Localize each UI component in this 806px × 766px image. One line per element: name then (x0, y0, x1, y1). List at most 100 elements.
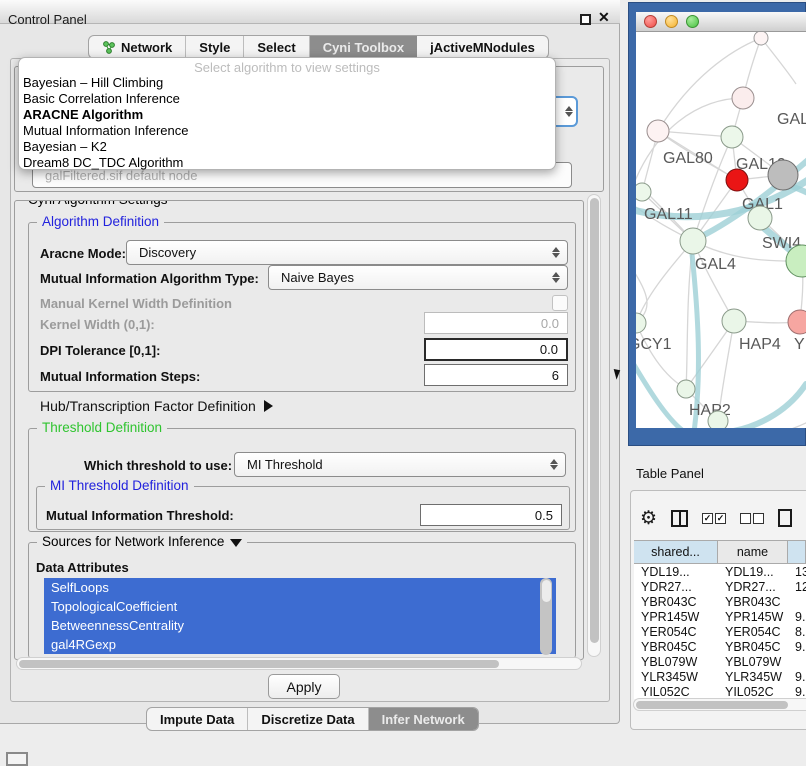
table-row[interactable]: YIL052CYIL052C9. (634, 684, 806, 699)
table-row[interactable]: YBR045CYBR045C9. (634, 639, 806, 654)
algorithm-option[interactable]: Mutual Information Inference (19, 123, 555, 139)
tab-label: Style (199, 40, 230, 55)
close-traffic-icon[interactable] (644, 15, 657, 28)
table-cell: YDR27... (634, 579, 718, 594)
new-column-icon[interactable] (778, 509, 792, 527)
network-edge[interactable] (761, 38, 796, 84)
network-edge[interactable] (636, 241, 693, 323)
table-cell: 9. (788, 639, 806, 654)
checked-pair-icon[interactable]: ✓✓ (702, 513, 726, 524)
tab-select[interactable]: Select (244, 36, 309, 58)
algorithm-option[interactable]: Basic Correlation Inference (19, 91, 555, 107)
network-edge-highlighted[interactable] (728, 384, 806, 428)
mi-type-combo[interactable]: Naive Bayes (268, 265, 568, 290)
table-row[interactable]: YDL19...YDL19...13 (634, 564, 806, 579)
network-node-gal4[interactable] (680, 228, 706, 254)
algorithm-option[interactable]: Dream8 DC_TDC Algorithm (19, 155, 555, 171)
settings-hscrollbar-thumb[interactable] (19, 660, 499, 668)
aracne-mode-combo[interactable]: Discovery (126, 240, 568, 265)
table-row[interactable]: YBR043CYBR043C (634, 594, 806, 609)
data-attributes-label: Data Attributes (36, 560, 129, 575)
attribute-list-item[interactable]: SelfLoops (44, 578, 556, 597)
gear-icon[interactable]: ⚙ (640, 507, 657, 530)
data-attributes-list[interactable]: SelfLoopsTopologicalCoefficientBetweenne… (44, 578, 556, 655)
network-node-hap2[interactable] (677, 380, 695, 398)
network-node-gal1[interactable] (726, 169, 748, 191)
table-hscrollbar-thumb[interactable] (636, 701, 788, 709)
network-window-titlebar[interactable] (636, 12, 806, 32)
settings-vscrollbar-thumb[interactable] (590, 198, 599, 643)
tab-network[interactable]: Network (89, 36, 186, 58)
aracne-mode-label: Aracne Mode: (40, 246, 126, 261)
float-window-icon[interactable] (580, 14, 591, 25)
mi-threshold-label: Mutual Information Threshold: (46, 508, 234, 523)
column-header[interactable] (788, 541, 806, 563)
table-row[interactable]: YDR27...YDR27...12 (634, 579, 806, 594)
column-header[interactable]: shared... (634, 541, 718, 563)
column-header[interactable]: name (718, 541, 788, 563)
minimized-panel-icon[interactable] (6, 752, 28, 766)
algorithm-option[interactable]: ARACNE Algorithm (19, 107, 555, 123)
table-row[interactable]: YBL079WYBL079W (634, 654, 806, 669)
table-row[interactable]: YER054CYER054C8. (634, 624, 806, 639)
mi-steps-label: Mutual Information Steps: (40, 369, 200, 384)
table-cell: YER054C (634, 624, 718, 639)
unchecked-pair-icon[interactable] (740, 513, 764, 524)
algorithm-option[interactable]: Bayesian – Hill Climbing (19, 75, 555, 91)
node-table[interactable]: shared...nameYDL19...YDL19...13YDR27...Y… (634, 540, 806, 699)
manual-kernel-label: Manual Kernel Width Definition (40, 296, 232, 311)
close-icon[interactable]: ✕ (598, 9, 610, 26)
dpi-tolerance-field[interactable]: 0.0 (424, 338, 568, 361)
mi-steps-field[interactable]: 6 (424, 364, 568, 386)
hub-definition-expander[interactable]: Hub/Transcription Factor Definition (40, 398, 273, 414)
network-node-gal[interactable] (732, 87, 754, 109)
maximize-traffic-icon[interactable] (686, 15, 699, 28)
table-cell: YIL052C (718, 684, 788, 699)
tab-style[interactable]: Style (186, 36, 244, 58)
table-cell: YER054C (718, 624, 788, 639)
network-node-label: GAL80 (663, 150, 713, 167)
table-row[interactable]: YPR145WYPR145W9. (634, 609, 806, 624)
table-cell: YIL052C (634, 684, 718, 699)
network-node-swi4[interactable] (748, 206, 772, 230)
algorithm-dropdown-items: Bayesian – Hill ClimbingBasic Correlatio… (19, 75, 555, 171)
table-row[interactable]: YLR345WYLR345W9. (634, 669, 806, 684)
table-cell (788, 654, 806, 669)
network-node-label: GAL11 (644, 206, 693, 223)
which-threshold-value: MI Threshold (247, 457, 323, 472)
network-node[interactable] (768, 160, 798, 190)
network-node[interactable] (754, 32, 768, 45)
network-node[interactable] (708, 411, 728, 428)
network-node-gal80[interactable] (647, 120, 669, 142)
minimize-traffic-icon[interactable] (665, 15, 678, 28)
manual-kernel-checkbox[interactable] (552, 295, 568, 311)
mi-threshold-field[interactable]: 0.5 (420, 504, 562, 526)
attribute-list-item[interactable]: gal4RGexp (44, 635, 556, 654)
attribute-list-item[interactable]: BetweennessCentrality (44, 616, 556, 635)
network-edge-highlighted[interactable] (636, 358, 682, 428)
tab-cyni-toolbox[interactable]: Cyni Toolbox (310, 36, 417, 58)
attribute-list-item[interactable]: TopologicalCoefficient (44, 597, 556, 616)
network-node-gal10[interactable] (721, 126, 743, 148)
tab-infer-network[interactable]: Infer Network (369, 708, 478, 730)
algorithm-definition-title: Algorithm Definition (37, 214, 164, 229)
network-edge[interactable] (658, 38, 761, 131)
network-node-gcy1[interactable] (636, 313, 646, 333)
network-canvas[interactable]: GALGAL80GAL10GAL1GAL11SWI4GAL4GCY1HAP4YH… (636, 32, 806, 428)
table-cell: YLR345W (718, 669, 788, 684)
which-threshold-combo[interactable]: MI Threshold (234, 452, 566, 477)
algorithm-option[interactable]: Bayesian – K2 (19, 139, 555, 155)
split-columns-icon[interactable] (671, 510, 688, 527)
network-node-label: GAL4 (695, 256, 736, 273)
network-node-hap4[interactable] (722, 309, 746, 333)
network-node-y[interactable] (788, 310, 806, 334)
tab-impute-data[interactable]: Impute Data (147, 708, 248, 730)
tab-label: jActiveMNodules (430, 40, 535, 55)
attributes-scrollbar-thumb[interactable] (542, 580, 551, 602)
kernel-width-field[interactable]: 0.0 (424, 312, 568, 334)
apply-button[interactable]: Apply (268, 674, 340, 699)
tab-jactivemnodules[interactable]: jActiveMNodules (417, 36, 548, 58)
tab-discretize-data[interactable]: Discretize Data (248, 708, 368, 730)
network-node-gal11[interactable] (636, 183, 651, 201)
tab-label: Network (121, 40, 172, 55)
